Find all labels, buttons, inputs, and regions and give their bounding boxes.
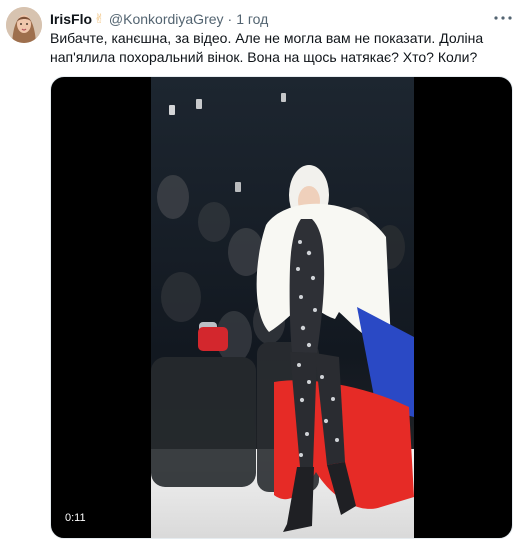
video-timestamp: 0:11 [61, 510, 90, 526]
display-name[interactable]: IrisFlo [50, 10, 92, 28]
video-still [151, 77, 414, 538]
tweet-text: Вибачте, канєшна, за відео. Але не могла… [50, 30, 484, 65]
more-horizontal-icon [494, 16, 512, 20]
post-time[interactable]: 1 год [236, 10, 268, 28]
tweet-card[interactable]: IrisFlo ✌ @KonkordiyaGrey · 1 год Вибачт… [0, 0, 527, 546]
tweet-header: IrisFlo ✌ @KonkordiyaGrey · 1 год [50, 10, 268, 28]
more-options-button[interactable] [493, 10, 513, 26]
avatar[interactable] [6, 7, 42, 43]
video-player[interactable]: 0:11 [50, 76, 513, 539]
victory-hand-icon: ✌ [94, 11, 105, 26]
video-frame[interactable] [151, 77, 414, 538]
separator-dot: · [227, 11, 233, 27]
avatar-image [6, 7, 42, 43]
user-handle[interactable]: @KonkordiyaGrey [109, 10, 224, 28]
